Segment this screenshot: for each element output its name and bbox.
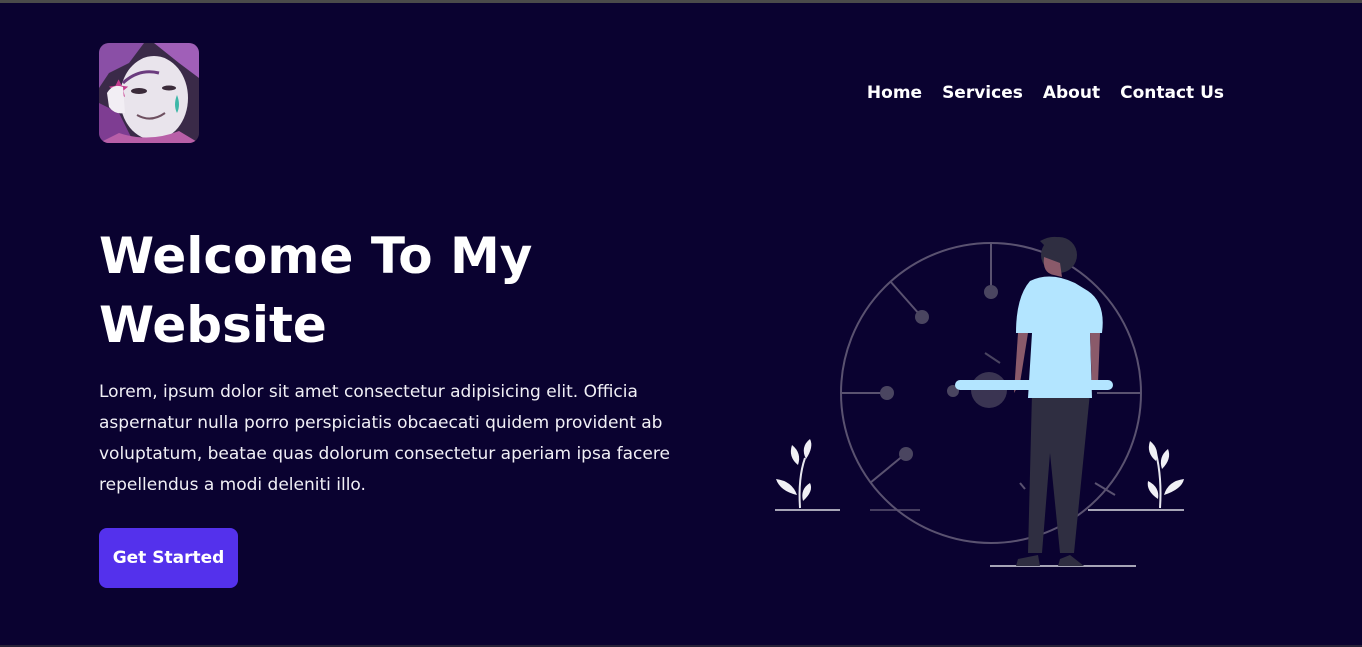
top-border [0,0,1362,3]
nav-contact-us[interactable]: Contact Us [1120,83,1224,103]
get-started-button[interactable]: Get Started [99,528,238,588]
hero-illustration [770,233,1190,573]
nav-about[interactable]: About [1043,83,1100,103]
main-nav: Home Services About Contact Us [867,83,1224,103]
nav-home[interactable]: Home [867,83,922,103]
logo[interactable] [99,43,199,143]
nav-services[interactable]: Services [942,83,1023,103]
hero-description: Lorem, ipsum dolor sit amet consectetur … [99,382,670,495]
hero-title: Welcome To My Website [99,227,533,354]
person-with-clock-illustration-icon [775,236,1184,567]
anime-avatar-logo-icon [99,43,199,143]
